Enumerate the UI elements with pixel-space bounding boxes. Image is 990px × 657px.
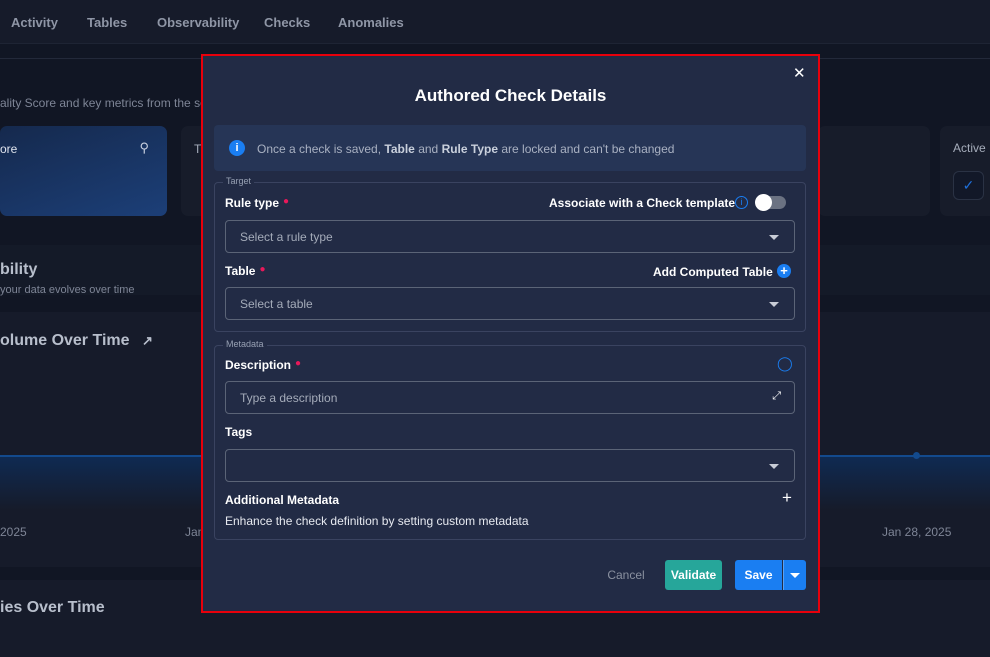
- card-title: ore: [0, 142, 18, 156]
- template-toggle[interactable]: [755, 194, 786, 211]
- close-icon[interactable]: ✕: [793, 64, 806, 82]
- metric-card: [818, 126, 930, 216]
- overview-subtitle: ality Score and key metrics from the so: [0, 96, 207, 110]
- rule-type-label: Rule type ●: [225, 196, 290, 210]
- section-title: bility: [0, 261, 38, 278]
- panel-title: ies Over Time: [0, 599, 105, 616]
- info-text: Once a check is saved, Table and Rule Ty…: [257, 142, 675, 156]
- table-select[interactable]: Select a table: [225, 287, 795, 320]
- chevron-down-icon: [769, 302, 779, 307]
- x-tick: Jan 28, 2025: [882, 525, 952, 539]
- validate-button[interactable]: Validate: [665, 560, 722, 590]
- rule-type-select[interactable]: Select a rule type: [225, 220, 795, 253]
- section-desc: your data evolves over time: [0, 284, 135, 296]
- chevron-down-icon: [769, 235, 779, 240]
- metadata-fieldset: Metadata Description ● ◯ Type a descripti…: [214, 339, 806, 540]
- add-metadata-icon[interactable]: +: [782, 488, 792, 508]
- description-label: Description ●: [225, 358, 302, 372]
- plus-circle-icon[interactable]: +: [777, 264, 791, 278]
- tags-select[interactable]: [225, 449, 795, 482]
- target-legend: Target: [223, 176, 255, 186]
- chart-title: olume Over Time ↗: [0, 332, 153, 350]
- additional-metadata-label: Additional Metadata: [225, 493, 340, 507]
- tags-label: Tags: [225, 425, 253, 439]
- nav-checks[interactable]: Checks: [264, 15, 310, 30]
- expand-icon[interactable]: ⤢: [772, 390, 781, 403]
- metadata-legend: Metadata: [223, 339, 267, 349]
- check-icon: ✓: [953, 171, 984, 200]
- info-icon: i: [229, 140, 245, 156]
- search-icon[interactable]: ⚲: [139, 140, 149, 156]
- chevron-down-icon: [769, 464, 779, 469]
- save-options-button[interactable]: [783, 560, 806, 590]
- save-button[interactable]: Save: [735, 560, 782, 590]
- x-tick: 2025: [0, 525, 27, 539]
- cancel-button[interactable]: Cancel: [601, 560, 651, 590]
- quality-score-card[interactable]: ore ⚲: [0, 126, 167, 216]
- table-label: Table ●: [225, 264, 266, 278]
- nav-anomalies[interactable]: Anomalies: [338, 15, 404, 30]
- target-fieldset: Target Rule type ● Associate with a Check…: [214, 176, 806, 332]
- info-icon[interactable]: i: [735, 196, 748, 209]
- external-link-icon[interactable]: ↗: [142, 333, 153, 348]
- nav-tables[interactable]: Tables: [87, 15, 127, 30]
- active-card-title: Active: [953, 141, 986, 155]
- top-nav: Activity Tables Observability Checks Ano…: [0, 0, 990, 44]
- add-computed-table-link[interactable]: Add Computed Table: [653, 265, 773, 279]
- authored-check-modal: Authored Check Details ✕ i Once a check …: [201, 54, 820, 613]
- modal-title: Authored Check Details: [414, 86, 607, 105]
- chevron-down-icon: [790, 573, 800, 578]
- additional-metadata-desc: Enhance the check definition by setting …: [225, 514, 529, 528]
- nav-activity[interactable]: Activity: [11, 15, 58, 30]
- chart-point: [913, 452, 920, 459]
- nav-observability[interactable]: Observability: [157, 15, 239, 30]
- template-label: Associate with a Check template: [549, 196, 736, 210]
- info-banner: i Once a check is saved, Table and Rule …: [214, 125, 806, 171]
- chart-title-text: olume Over Time: [0, 332, 130, 349]
- description-input[interactable]: Type a description ⤢: [225, 381, 795, 414]
- lightbulb-icon[interactable]: ◯: [777, 355, 793, 372]
